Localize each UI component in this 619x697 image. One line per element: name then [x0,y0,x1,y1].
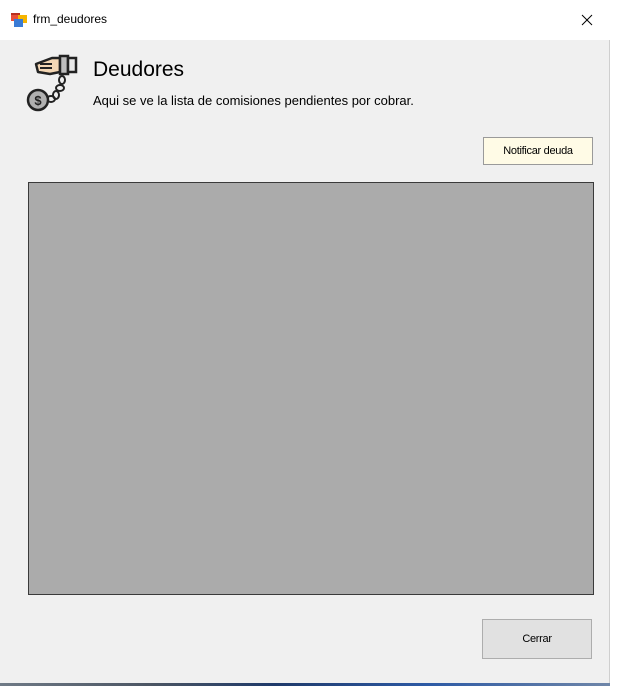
svg-text:$: $ [34,93,42,108]
page-subtitle: Aqui se ve la lista de comisiones pendie… [93,93,414,108]
page-title: Deudores [93,58,185,81]
app-form-icon [11,13,27,27]
close-form-button[interactable]: Cerrar [482,619,592,659]
close-icon [581,14,593,26]
window-close-button[interactable] [564,0,610,40]
form-window: frm_deudores $ Deudores Aqui se ve la li… [0,0,610,686]
debtors-data-grid[interactable] [28,182,594,595]
title-bar[interactable]: frm_deudores [0,0,610,40]
notify-debt-button[interactable]: Notificar deuda [483,137,593,165]
window-bottom-edge [0,683,610,686]
debtor-chain-money-icon: $ [26,54,78,112]
window-title: frm_deudores [33,12,108,26]
